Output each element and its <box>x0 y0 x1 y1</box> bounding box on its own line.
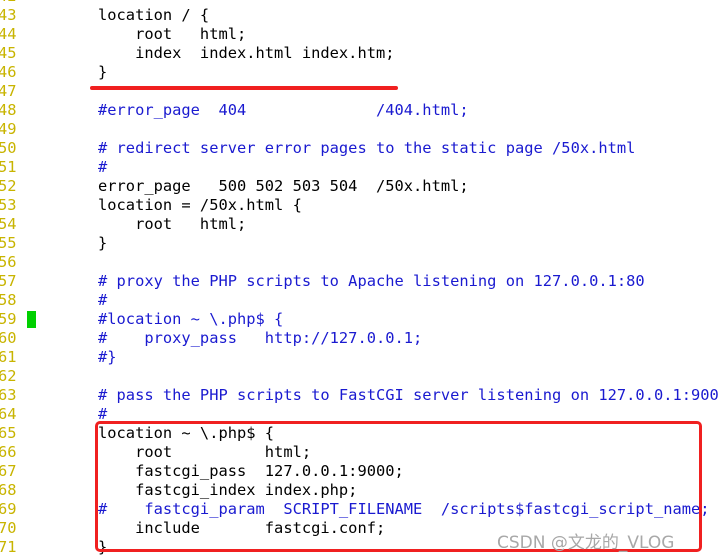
code-line[interactable]: 46} <box>0 63 719 82</box>
code-line[interactable]: 55} <box>0 234 719 253</box>
line-number: 67 <box>0 462 17 480</box>
code-line[interactable]: 57 # proxy the PHP scripts to Apache list… <box>0 272 719 291</box>
line-number: 45 <box>0 44 17 62</box>
line-number: 52 <box>0 177 17 195</box>
code-text: } <box>98 234 108 252</box>
line-number: 56 <box>0 253 17 271</box>
line-number: 57 <box>0 272 17 290</box>
cursor-block <box>27 311 36 328</box>
code-line[interactable]: 62 <box>0 367 719 386</box>
line-number: 63 <box>0 386 17 404</box>
code-line[interactable]: 44 root html; <box>0 25 719 44</box>
line-number: 64 <box>0 405 17 423</box>
line-number: 68 <box>0 481 17 499</box>
line-number: 62 <box>0 367 17 385</box>
code-text: index index.html index.htm; <box>98 44 395 62</box>
code-line[interactable]: 45 index index.html index.htm; <box>0 44 719 63</box>
line-number: 59 <box>0 310 17 328</box>
code-text: location = /50x.html { <box>98 196 302 214</box>
line-number: 70 <box>0 519 17 537</box>
watermark: CSDN @文龙的_VLOG <box>497 533 675 553</box>
code-comment: #location ~ \.php$ { <box>98 310 284 328</box>
code-line[interactable]: 59 #location ~ \.php$ { <box>0 310 719 329</box>
line-number: 53 <box>0 196 17 214</box>
line-number: 43 <box>0 6 17 24</box>
code-text: location / { <box>98 6 210 24</box>
code-line[interactable]: 63 # pass the PHP scripts to FastCGI serv… <box>0 386 719 405</box>
code-line[interactable]: 53 location = /50x.html { <box>0 196 719 215</box>
code-line[interactable]: 50 # redirect server error pages to the s… <box>0 139 719 158</box>
line-number: 50 <box>0 139 17 157</box>
code-line[interactable]: 60 # proxy_pass http://127.0.0.1; <box>0 329 719 348</box>
code-line[interactable]: 49 <box>0 120 719 139</box>
code-comment: #} <box>98 348 117 366</box>
code-comment: # proxy_pass http://127.0.0.1; <box>98 329 423 347</box>
code-comment: #error_page 404 /404.html; <box>98 101 469 119</box>
code-line[interactable]: 54 root html; <box>0 215 719 234</box>
code-line[interactable]: 58 # <box>0 291 719 310</box>
line-number: 71 <box>0 538 17 556</box>
code-line[interactable]: 48 #error_page 404 /404.html; <box>0 101 719 120</box>
line-number: 55 <box>0 234 17 252</box>
line-number: 44 <box>0 25 17 43</box>
code-comment: # pass the PHP scripts to FastCGI server… <box>98 386 719 404</box>
code-text: root html; <box>98 25 247 43</box>
line-number: 48 <box>0 101 17 119</box>
code-line[interactable]: 51 # <box>0 158 719 177</box>
line-number: 66 <box>0 443 17 461</box>
code-comment: # <box>98 291 108 309</box>
code-line[interactable]: 61 #} <box>0 348 719 367</box>
code-line[interactable]: 52 error_page 500 502 503 504 /50x.html; <box>0 177 719 196</box>
code-text: error_page 500 502 503 504 /50x.html; <box>98 177 469 195</box>
line-number: 65 <box>0 424 17 442</box>
line-number: 49 <box>0 120 17 138</box>
code-comment: # proxy the PHP scripts to Apache listen… <box>98 272 645 290</box>
code-line[interactable]: 43 location / { <box>0 6 719 25</box>
code-comment: # redirect server error pages to the sta… <box>98 139 636 157</box>
code-text: root html; <box>98 215 247 233</box>
line-number: 69 <box>0 500 17 518</box>
code-line[interactable]: 56 <box>0 253 719 272</box>
red-underline-annotation <box>90 86 398 90</box>
code-text: } <box>98 63 108 81</box>
line-number: 47 <box>0 82 17 100</box>
line-number: 46 <box>0 63 17 81</box>
line-number: 61 <box>0 348 17 366</box>
code-line[interactable]: 47 <box>0 82 719 101</box>
line-number: 58 <box>0 291 17 309</box>
line-number: 54 <box>0 215 17 233</box>
line-number: 51 <box>0 158 17 176</box>
code-comment: # <box>98 158 108 176</box>
line-number: 60 <box>0 329 17 347</box>
